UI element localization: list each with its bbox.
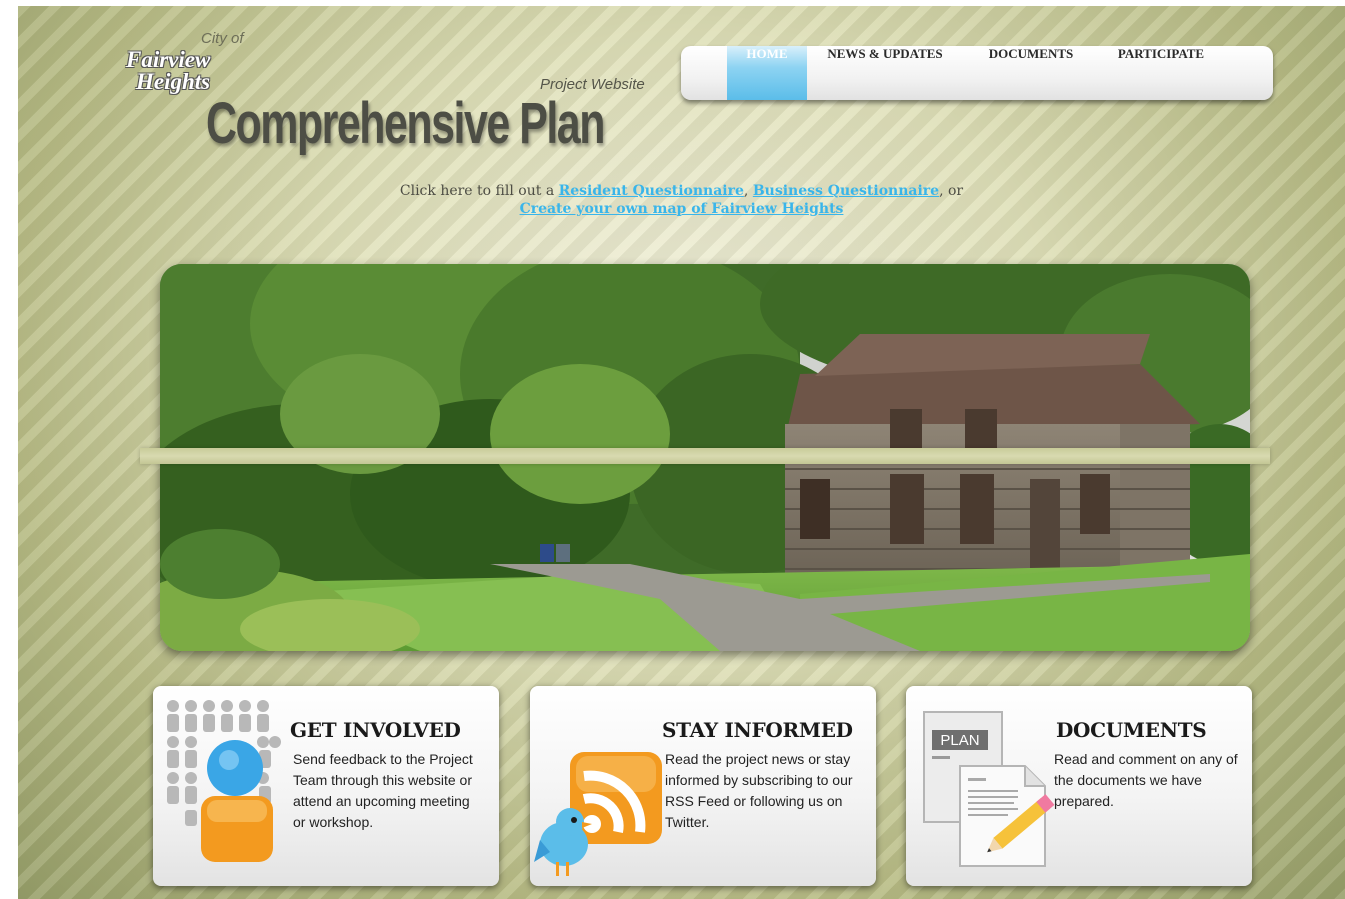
plan-label: PLAN [940, 732, 979, 749]
nav-documents[interactable]: DOCUMENTS [975, 46, 1087, 100]
stay-informed-title: STAY INFORMED [662, 718, 853, 742]
cta-line-1: Click here to fill out a Resident Questi… [18, 183, 1345, 199]
hero-divider-band [140, 448, 1270, 464]
documents-card[interactable]: PLAN DOCUMENTS Read and comment on any o… [906, 686, 1252, 886]
logo-heights: Heights [136, 69, 211, 94]
cta-line-2: Create your own map of Fairview Heights [18, 201, 1345, 217]
get-involved-text: Send feedback to the Project Team throug… [293, 751, 473, 830]
logo-fairview: Fairview [126, 47, 211, 72]
main-nav: HOME NEWS & UPDATES DOCUMENTS PARTICIPAT… [681, 46, 1273, 100]
nav-news-updates[interactable]: NEWS & UPDATES [815, 46, 955, 100]
nav-participate[interactable]: PARTICIPATE [1103, 46, 1219, 100]
stay-informed-card[interactable]: STAY INFORMED Read the project news or s… [530, 686, 876, 886]
cta-or: , or [939, 183, 964, 199]
documents-text: Read and comment on any of the documents… [1054, 751, 1238, 809]
page-title: Comprehensive Plan [206, 91, 605, 156]
get-involved-card[interactable]: GET INVOLVED Send feedback to the Projec… [153, 686, 499, 886]
plan-documents-icon: PLAN [923, 711, 1055, 867]
nav-home[interactable]: HOME [727, 46, 807, 100]
cta-prefix: Click here to fill out a [399, 183, 559, 199]
business-questionnaire-link[interactable]: Business Questionnaire [753, 183, 939, 199]
rss-twitter-icon [534, 752, 662, 876]
documents-title: DOCUMENTS [1056, 718, 1207, 742]
people-group-icon [167, 700, 281, 862]
create-map-link[interactable]: Create your own map of Fairview Heights [520, 201, 844, 217]
resident-questionnaire-link[interactable]: Resident Questionnaire [559, 183, 744, 199]
stay-informed-text: Read the project news or stay informed b… [665, 751, 853, 830]
cta-separator: , [743, 183, 753, 199]
page-background: City of Fairview Heights Project Website… [18, 6, 1345, 899]
logo-city-of: City of [201, 30, 244, 47]
get-involved-title: GET INVOLVED [290, 718, 461, 742]
